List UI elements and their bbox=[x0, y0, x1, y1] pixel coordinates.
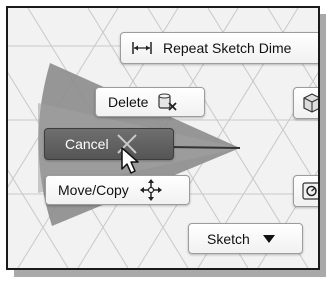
repeat-label: Repeat Sketch Dime bbox=[163, 40, 292, 56]
cancel-button[interactable]: Cancel bbox=[44, 128, 174, 160]
measure-icon bbox=[301, 180, 318, 202]
delete-button[interactable]: Delete bbox=[95, 87, 205, 117]
measure-button[interactable] bbox=[293, 175, 318, 207]
mouse-cursor-icon bbox=[121, 147, 139, 174]
viewport-frame: Repeat Sketch Dime Delete Cancel Move/Co… bbox=[6, 6, 320, 270]
move-arrows-icon bbox=[139, 178, 163, 202]
pointer-line bbox=[167, 146, 241, 149]
component-cube-icon bbox=[301, 92, 318, 114]
component-button[interactable] bbox=[293, 87, 318, 119]
delete-eraser-icon bbox=[156, 92, 178, 112]
cancel-label: Cancel bbox=[65, 136, 109, 152]
move-copy-label: Move/Copy bbox=[58, 182, 129, 198]
move-copy-button[interactable]: Move/Copy bbox=[45, 175, 190, 205]
sketch-dropdown-button[interactable]: Sketch bbox=[188, 223, 303, 254]
sketch-label: Sketch bbox=[207, 230, 250, 247]
repeat-sketch-dimension-button[interactable]: Repeat Sketch Dime bbox=[120, 32, 318, 64]
delete-label: Delete bbox=[108, 94, 149, 110]
dimension-icon bbox=[131, 40, 153, 56]
dropdown-triangle-icon bbox=[262, 233, 276, 245]
